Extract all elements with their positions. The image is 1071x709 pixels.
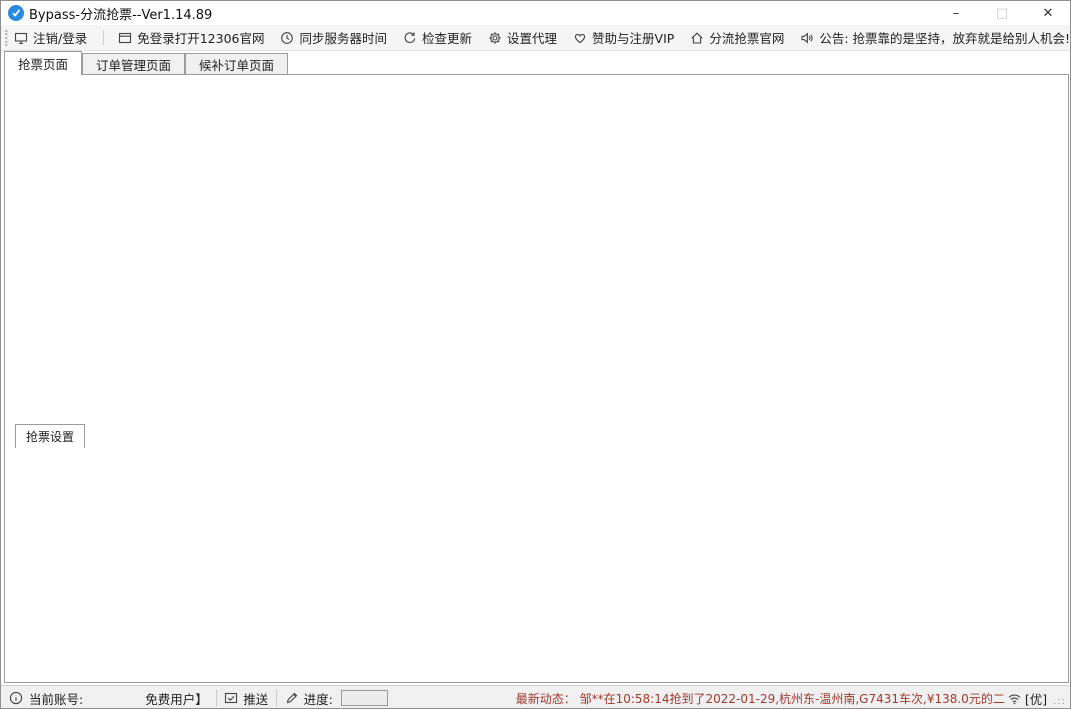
account-value: 免费用户】 bbox=[145, 691, 208, 707]
latest-news: 最新动态： 邹**在10:58:14抢到了2022-01-29,杭州东-温州南,… bbox=[515, 691, 1005, 706]
bottom-tab-0[interactable]: 抢票设置 bbox=[15, 424, 86, 448]
progress-label: 进度: bbox=[303, 691, 333, 707]
account-label: 当前账号: bbox=[29, 691, 84, 707]
toolbar-item-7[interactable]: 公告: 抢票靠的是坚持，放弃就是给别人机会! bbox=[800, 28, 1070, 47]
toolbar-item-label: 设置代理 bbox=[507, 31, 558, 46]
toolbar: 注销/登录 免登录打开12306官网 同步服务器时间 检查更新 设置代理 赞助与注册VIP… bbox=[1, 25, 1070, 51]
gear-icon bbox=[488, 31, 502, 45]
resize-grip[interactable]: .:: bbox=[1053, 696, 1066, 707]
app-logo-icon bbox=[8, 5, 24, 21]
status-bar: 当前账号: 免费用户】 推送 进度: 最新动态： 邹**在10:58:14抢到了… bbox=[1, 685, 1070, 708]
toolbar-item-label: 公告: 抢票靠的是坚持，放弃就是给别人机会! bbox=[819, 31, 1071, 46]
window-icon bbox=[118, 31, 132, 45]
title-bar: Bypass-分流抢票--Ver1.14.89 – □ ✕ bbox=[1, 1, 1070, 25]
tab-page bbox=[4, 74, 1069, 683]
maximize-button[interactable]: □ bbox=[985, 2, 1019, 24]
toolbar-item-label: 注销/登录 bbox=[33, 31, 88, 46]
tab-2[interactable]: 候补订单页面 bbox=[185, 53, 289, 75]
minimize-button[interactable]: – bbox=[939, 2, 973, 24]
monitor-icon bbox=[14, 31, 28, 45]
main-tab-strip: 抢票页面 订单管理页面 候补订单页面 bbox=[4, 51, 289, 75]
toolbar-item-label: 同步服务器时间 bbox=[299, 31, 387, 46]
toolbar-item-6[interactable]: 分流抢票官网 bbox=[690, 28, 784, 47]
toolbar-grip[interactable] bbox=[5, 29, 8, 46]
tab-0[interactable]: 抢票页面 bbox=[4, 51, 83, 75]
close-button[interactable]: ✕ bbox=[1031, 2, 1065, 24]
pencil-icon bbox=[285, 691, 299, 705]
toolbar-item-label: 分流抢票官网 bbox=[709, 31, 785, 46]
toolbar-item-4[interactable]: 设置代理 bbox=[488, 28, 557, 47]
info-icon bbox=[9, 691, 23, 705]
tab-1[interactable]: 订单管理页面 bbox=[82, 53, 186, 75]
speaker-icon bbox=[800, 31, 814, 45]
toolbar-item-2[interactable]: 同步服务器时间 bbox=[280, 28, 387, 47]
toolbar-item-label: 免登录打开12306官网 bbox=[137, 31, 265, 46]
app-window: Bypass-分流抢票--Ver1.14.89 – □ ✕ 注销/登录 免登录打开… bbox=[0, 0, 1071, 709]
push-icon bbox=[224, 691, 238, 705]
heart-icon bbox=[573, 31, 587, 45]
refresh-icon bbox=[403, 31, 417, 45]
signal-quality: [优] bbox=[1024, 691, 1048, 707]
toolbar-separator bbox=[103, 30, 105, 45]
wifi-icon bbox=[1007, 692, 1022, 705]
home-icon bbox=[690, 31, 704, 45]
push-label[interactable]: 推送 bbox=[243, 689, 268, 708]
toolbar-item-label: 检查更新 bbox=[422, 31, 473, 46]
window-title: Bypass-分流抢票--Ver1.14.89 bbox=[29, 7, 213, 23]
toolbar-item-3[interactable]: 检查更新 bbox=[403, 28, 472, 47]
progress-bar bbox=[340, 690, 388, 706]
toolbar-item-label: 赞助与注册VIP bbox=[592, 31, 675, 46]
clock-icon bbox=[280, 31, 294, 45]
toolbar-item-1[interactable]: 免登录打开12306官网 bbox=[118, 28, 264, 47]
toolbar-item-0[interactable]: 注销/登录 bbox=[14, 28, 87, 47]
toolbar-item-5[interactable]: 赞助与注册VIP bbox=[573, 28, 674, 47]
